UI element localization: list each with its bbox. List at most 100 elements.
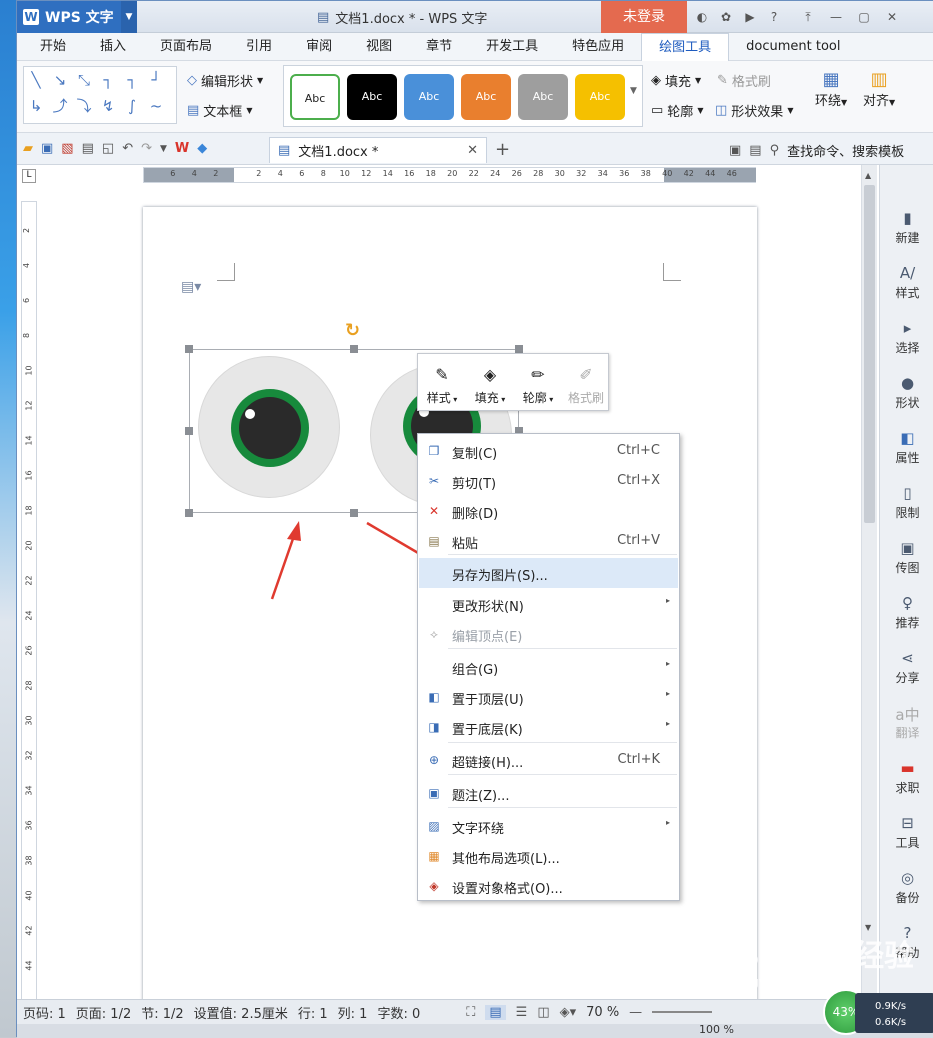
- export-pdf-icon[interactable]: ▧: [61, 141, 73, 156]
- tab-reference[interactable]: 引用: [229, 33, 289, 61]
- side-new-doc-button[interactable]: ▮ 新建: [880, 201, 933, 256]
- arrow-line-icon[interactable]: ↘: [48, 67, 72, 93]
- menu-item-2[interactable]: ✕ 删除(D): [419, 496, 678, 526]
- open-icon[interactable]: ▰: [23, 141, 33, 156]
- pin-icon[interactable]: ⤒: [797, 6, 819, 28]
- elbow-double-icon[interactable]: ┘: [144, 67, 168, 93]
- curve-double-icon[interactable]: ↯: [96, 93, 120, 119]
- menu-item-0[interactable]: ❐ 复制(C) Ctrl+C: [419, 436, 678, 466]
- fill-button[interactable]: ◈ 填充 ▼: [651, 71, 701, 90]
- outline-button[interactable]: ▭ 轮廓 ▼: [651, 101, 703, 120]
- view-page-icon[interactable]: ▤: [485, 1004, 506, 1020]
- mini-paint-bucket-button[interactable]: ◈ 填充 ▾: [466, 359, 514, 406]
- freeform-icon[interactable]: ∫: [120, 93, 144, 119]
- tab-special[interactable]: 特色应用: [555, 33, 641, 61]
- tab-document-tool[interactable]: document tool: [729, 33, 857, 61]
- rotate-handle-icon[interactable]: ↻: [345, 320, 360, 341]
- view-web-icon[interactable]: ◫: [537, 1005, 549, 1020]
- horizontal-ruler[interactable]: 6 4 2 2 4 6 8 10 12 14 16 18 20 22 24 26 28 30 32 34 36 38 40 4…: [143, 167, 756, 183]
- resize-handle-w[interactable]: [185, 427, 193, 435]
- tab-stop-selector[interactable]: L: [22, 169, 36, 183]
- style-black[interactable]: Abc: [347, 74, 397, 120]
- tab-drawing-tools[interactable]: 绘图工具: [641, 32, 730, 61]
- close-tab-icon[interactable]: ✕: [467, 143, 478, 158]
- menu-item-12[interactable]: ▨ 文字环绕 ▸: [419, 811, 678, 841]
- view-protect-icon[interactable]: ◈▾: [560, 1005, 577, 1020]
- status-page-code[interactable]: 页码: 1: [23, 1003, 66, 1022]
- zoom-level[interactable]: 70 %: [586, 1005, 619, 1020]
- zoom-out-icon[interactable]: —: [629, 1005, 642, 1020]
- line-icon[interactable]: ╲: [24, 67, 48, 93]
- view-outline-icon[interactable]: ☰: [516, 1005, 528, 1020]
- shape-gallery[interactable]: ╲ ↘ ⤡ ┐ ┐ ┘ ↳ ⤴ ⤵ ↯ ∫ ~: [23, 66, 177, 124]
- new-tab-icon[interactable]: +: [495, 139, 510, 160]
- print-preview-icon[interactable]: ◱: [102, 141, 114, 156]
- tab-menu-icon[interactable]: ▤: [749, 143, 761, 158]
- tab-review[interactable]: 审阅: [289, 33, 349, 61]
- document-tab[interactable]: ▤ 文档1.docx * ✕: [269, 137, 487, 163]
- minimize-icon[interactable]: —: [825, 6, 847, 28]
- status-words[interactable]: 字数: 0: [377, 1003, 420, 1022]
- textbox-button[interactable]: ▤ 文本框 ▼: [187, 101, 252, 120]
- search-commands-input[interactable]: 查找命令、搜索模板: [787, 141, 904, 160]
- feedback-icon[interactable]: ▶: [739, 6, 761, 28]
- style-white[interactable]: Abc: [290, 74, 340, 120]
- tab-developer[interactable]: 开发工具: [469, 33, 555, 61]
- maximize-icon[interactable]: ▢: [853, 6, 875, 28]
- mini-format-brush-button[interactable]: ✐ 格式刷: [562, 359, 610, 406]
- mini-pen-style-button[interactable]: ✎ 样式 ▾: [418, 359, 466, 406]
- side-share-button[interactable]: ⋖ 分享: [880, 641, 933, 696]
- chevron-down-icon[interactable]: ▼: [121, 1, 137, 33]
- side-style-button[interactable]: A/样式: [880, 256, 933, 311]
- side-toolbox-button[interactable]: ⊟ 工具: [880, 806, 933, 861]
- menu-item-4[interactable]: 另存为图片(S)...: [419, 558, 678, 588]
- menu-item-14[interactable]: ◈ 设置对象格式(O)...: [419, 871, 678, 901]
- quick-access-dropdown-icon[interactable]: ▼: [160, 144, 167, 154]
- view-fullscreen-icon[interactable]: ⛶: [466, 1005, 475, 1020]
- skin-icon[interactable]: ◐: [691, 6, 713, 28]
- status-line[interactable]: 行: 1: [298, 1003, 328, 1022]
- style-blue[interactable]: Abc: [404, 74, 454, 120]
- tab-chapter[interactable]: 章节: [409, 33, 469, 61]
- status-setting[interactable]: 设置值: 2.5厘米: [194, 1003, 288, 1022]
- cloud-docs-icon[interactable]: ◆: [197, 141, 207, 156]
- status-col[interactable]: 列: 1: [338, 1003, 368, 1022]
- tab-list-icon[interactable]: ▣: [729, 143, 741, 158]
- menu-item-6[interactable]: ⟡ 编辑顶点(E): [419, 619, 678, 649]
- side-properties-button[interactable]: ◧ 属性: [880, 421, 933, 476]
- wps-app-menu-button[interactable]: W WPS 文字 ▼: [17, 1, 137, 33]
- resize-handle-nw[interactable]: [185, 345, 193, 353]
- side-job-button[interactable]: ▬ 求职: [880, 751, 933, 806]
- style-yellow[interactable]: Abc: [575, 74, 625, 120]
- side-translate-button[interactable]: a中 翻译: [880, 696, 933, 751]
- tab-insert[interactable]: 插入: [83, 33, 143, 61]
- side-select-button[interactable]: ▸ 选择: [880, 311, 933, 366]
- print-icon[interactable]: ▤: [82, 141, 94, 156]
- elbow-connector-icon[interactable]: ┐: [96, 67, 120, 93]
- curve-icon[interactable]: ⤴: [48, 93, 72, 119]
- curve-arrow-icon[interactable]: ⤵: [72, 93, 96, 119]
- menu-item-11[interactable]: ▣ 题注(Z)...: [419, 778, 678, 808]
- wps-home-icon[interactable]: W: [175, 141, 189, 156]
- paragraph-options-icon[interactable]: ▤▾: [181, 279, 201, 295]
- menu-item-7[interactable]: 组合(G) ▸: [419, 652, 678, 682]
- vertical-scrollbar[interactable]: ▲ ▼: [861, 165, 877, 999]
- save-icon[interactable]: ▣: [41, 141, 53, 156]
- zoom-slider[interactable]: [652, 1011, 713, 1013]
- side-shape-button[interactable]: ● 形状: [880, 366, 933, 421]
- style-gray[interactable]: Abc: [518, 74, 568, 120]
- scroll-thumb[interactable]: [864, 185, 875, 523]
- format-brush-button[interactable]: ✎ 格式刷: [717, 71, 771, 90]
- resize-handle-ne[interactable]: [515, 345, 523, 353]
- menu-item-3[interactable]: ▤ 粘贴 Ctrl+V: [419, 526, 678, 556]
- undo-icon[interactable]: ↶: [122, 141, 133, 156]
- shape-effect-button[interactable]: ◫ 形状效果 ▼: [715, 101, 793, 120]
- menu-item-1[interactable]: ✂ 剪切(T) Ctrl+X: [419, 466, 678, 496]
- close-icon[interactable]: ✕: [881, 6, 903, 28]
- tab-start[interactable]: 开始: [23, 33, 83, 61]
- menu-item-8[interactable]: ◧ 置于顶层(U) ▸: [419, 682, 678, 712]
- style-orange[interactable]: Abc: [461, 74, 511, 120]
- status-section[interactable]: 节: 1/2: [141, 1003, 183, 1022]
- login-button[interactable]: 未登录: [601, 1, 687, 33]
- menu-item-5[interactable]: 更改形状(N) ▸: [419, 589, 678, 619]
